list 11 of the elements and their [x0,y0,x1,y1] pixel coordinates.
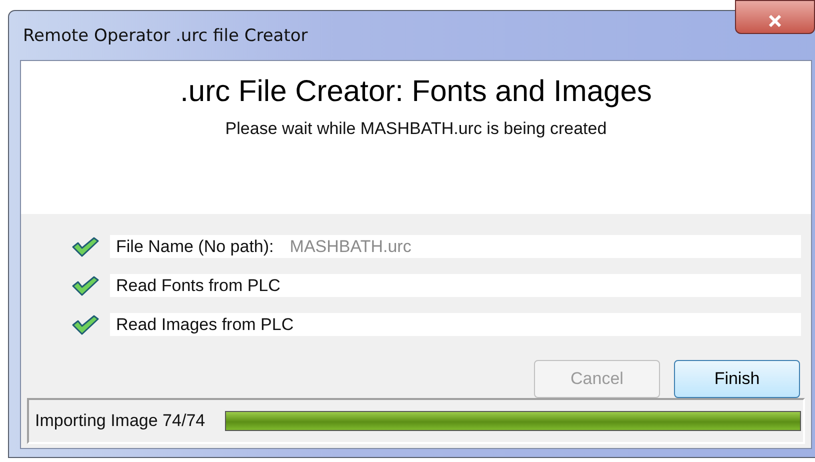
step-value: MASHBATH.urc [290,236,412,256]
step-label: Read Images from PLC [116,314,294,334]
page-title: .urc File Creator: Fonts and Images [180,75,652,109]
window-title: Remote Operator .urc file Creator [23,26,308,46]
close-button[interactable] [735,0,815,34]
status-text: Importing Image 74/74 [35,411,206,431]
page-subtitle: Please wait while MASHBATH.urc is being created [225,119,607,139]
step-label: Read Fonts from PLC [116,276,280,296]
finish-button[interactable]: Finish [674,360,800,398]
close-icon [768,15,782,27]
step-label: File Name (No path): [116,236,274,256]
